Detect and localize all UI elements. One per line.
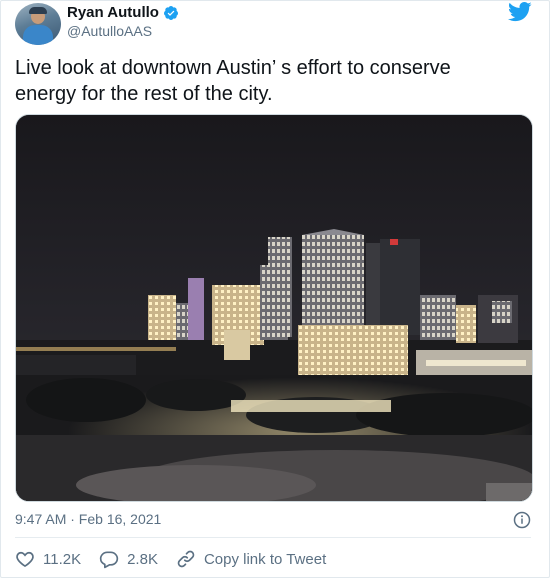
info-icon[interactable] xyxy=(513,511,531,529)
reply-button[interactable]: 2.8K xyxy=(99,549,158,569)
reply-icon xyxy=(99,551,119,569)
avatar-cap xyxy=(29,7,47,14)
divider xyxy=(15,537,531,538)
tweet-actions: 11.2K 2.8K Copy link to Tweet xyxy=(15,549,344,569)
heart-icon xyxy=(16,551,34,568)
tweet-photo[interactable] xyxy=(15,114,533,502)
verified-badge-icon xyxy=(163,5,178,20)
link-icon xyxy=(177,550,195,568)
tweet-text: Live look at downtown Austin’ s effort t… xyxy=(15,57,451,105)
twitter-bird-icon[interactable] xyxy=(508,2,532,22)
author-name-row: Ryan Autullo xyxy=(67,4,179,21)
like-button[interactable]: 11.2K xyxy=(15,549,81,569)
copy-link-button[interactable]: Copy link to Tweet xyxy=(176,549,326,569)
night-skyline-photo xyxy=(16,115,532,501)
avatar[interactable] xyxy=(15,3,61,45)
tweet-card: Ryan Autullo @AutulloAAS Live look at do… xyxy=(0,0,550,578)
author-display-name[interactable]: Ryan Autullo xyxy=(67,4,159,21)
copy-link-label: Copy link to Tweet xyxy=(203,550,327,568)
like-count: 11.2K xyxy=(43,550,82,568)
reply-count: 2.8K xyxy=(127,550,158,568)
tweet-timestamp[interactable]: 9:47 AM · Feb 16, 2021 xyxy=(15,511,161,527)
avatar-shirt xyxy=(23,25,53,45)
author-handle[interactable]: @AutulloAAS xyxy=(67,23,152,39)
